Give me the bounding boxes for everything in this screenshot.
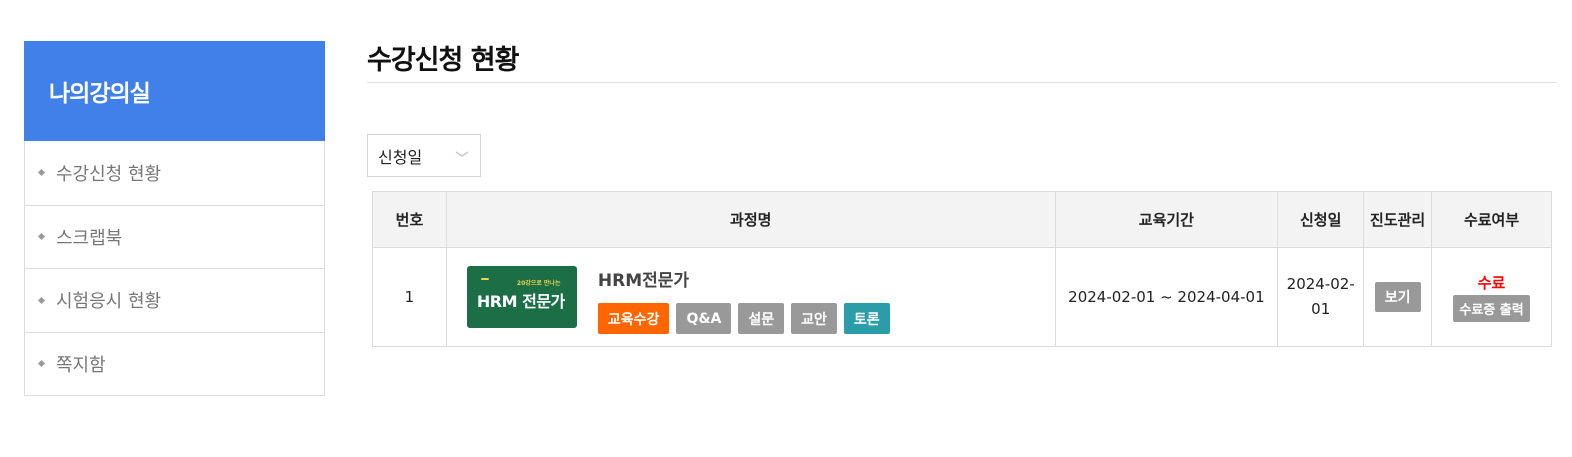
sidebar: 나의강의실 수강신청 현황 스크랩북 시험응시 현황 쪽지함 bbox=[24, 41, 325, 396]
course-thumbnail[interactable]: 20강으로 만나는 HRM 전문가 bbox=[466, 266, 577, 328]
sidebar-item-label: 수강신청 현황 bbox=[56, 163, 162, 185]
header-course-name: 과정명 bbox=[445, 191, 1056, 248]
sidebar-item-scrapbook[interactable]: 스크랩북 bbox=[25, 204, 324, 269]
apply-date-line2: 01 bbox=[1311, 300, 1331, 318]
completion-cell: 수료 수료증 출력 bbox=[1431, 247, 1552, 347]
sidebar-item-label: 시험응시 현황 bbox=[56, 291, 162, 313]
thumbnail-tagline: 20강으로 만나는 bbox=[516, 280, 561, 287]
diamond-bullet-icon bbox=[37, 360, 46, 368]
enrollment-table: 번호 과정명 교육기간 신청일 진도관리 수료여부 1 20강으로 만나는 HR… bbox=[372, 191, 1552, 347]
materials-button[interactable]: 교안 bbox=[791, 303, 837, 334]
header-progress: 진도관리 bbox=[1363, 191, 1433, 248]
apply-date-line1: 2024-02- bbox=[1286, 275, 1355, 293]
view-progress-button[interactable]: 보기 bbox=[1374, 282, 1421, 312]
sidebar-item-label: 쪽지함 bbox=[56, 354, 106, 376]
survey-button[interactable]: 설문 bbox=[738, 303, 785, 334]
thumbnail-title: HRM 전문가 bbox=[476, 292, 565, 311]
table-row: 1 20강으로 만나는 HRM 전문가 HRM전문가 교육수강 Q&A 설문 교… bbox=[372, 247, 1552, 347]
course-cell: 20강으로 만나는 HRM 전문가 HRM전문가 교육수강 Q&A 설문 교안 … bbox=[445, 247, 1056, 347]
thumbnail-pill bbox=[480, 278, 489, 280]
course-action-buttons: 교육수강 Q&A 설문 교안 토론 bbox=[597, 303, 890, 334]
diamond-bullet-icon bbox=[37, 169, 46, 177]
sidebar-menu: 수강신청 현황 스크랩북 시험응시 현황 쪽지함 bbox=[24, 141, 325, 396]
chevron-down-icon bbox=[455, 151, 469, 157]
print-certificate-button[interactable]: 수료증 출력 bbox=[1453, 295, 1530, 322]
completion-status: 수료 bbox=[1477, 274, 1506, 292]
course-period: 2024-02-01 ~ 2024-04-01 bbox=[1054, 247, 1279, 347]
header-apply-date: 신청일 bbox=[1277, 191, 1365, 248]
apply-date-cell: 2024-02- 01 bbox=[1277, 247, 1365, 347]
progress-cell: 보기 bbox=[1363, 247, 1433, 347]
main-content: 수강신청 현황 신청일 번호 과정명 교육기간 신청일 진도관리 수료여부 1 … bbox=[367, 36, 1557, 347]
header-completion: 수료여부 bbox=[1431, 191, 1552, 248]
header-period: 교육기간 bbox=[1054, 191, 1279, 248]
course-title[interactable]: HRM전문가 bbox=[598, 266, 890, 291]
page-title: 수강신청 현황 bbox=[367, 36, 1557, 83]
sidebar-item-exam-status[interactable]: 시험응시 현황 bbox=[25, 268, 324, 332]
sidebar-item-enrollment-status[interactable]: 수강신청 현황 bbox=[25, 141, 324, 205]
header-number: 번호 bbox=[372, 191, 447, 248]
study-button[interactable]: 교육수강 bbox=[597, 303, 670, 334]
sidebar-item-label: 스크랩북 bbox=[56, 227, 123, 249]
row-number: 1 bbox=[372, 247, 447, 347]
diamond-bullet-icon bbox=[37, 233, 46, 241]
discussion-button[interactable]: 토론 bbox=[843, 303, 890, 334]
sidebar-title: 나의강의실 bbox=[24, 41, 325, 141]
table-header-row: 번호 과정명 교육기간 신청일 진도관리 수료여부 bbox=[372, 191, 1552, 248]
sidebar-item-messages[interactable]: 쪽지함 bbox=[25, 331, 324, 396]
sort-select[interactable]: 신청일 bbox=[367, 134, 481, 177]
diamond-bullet-icon bbox=[37, 296, 46, 304]
qna-button[interactable]: Q&A bbox=[676, 303, 732, 334]
sort-select-value: 신청일 bbox=[378, 147, 423, 167]
